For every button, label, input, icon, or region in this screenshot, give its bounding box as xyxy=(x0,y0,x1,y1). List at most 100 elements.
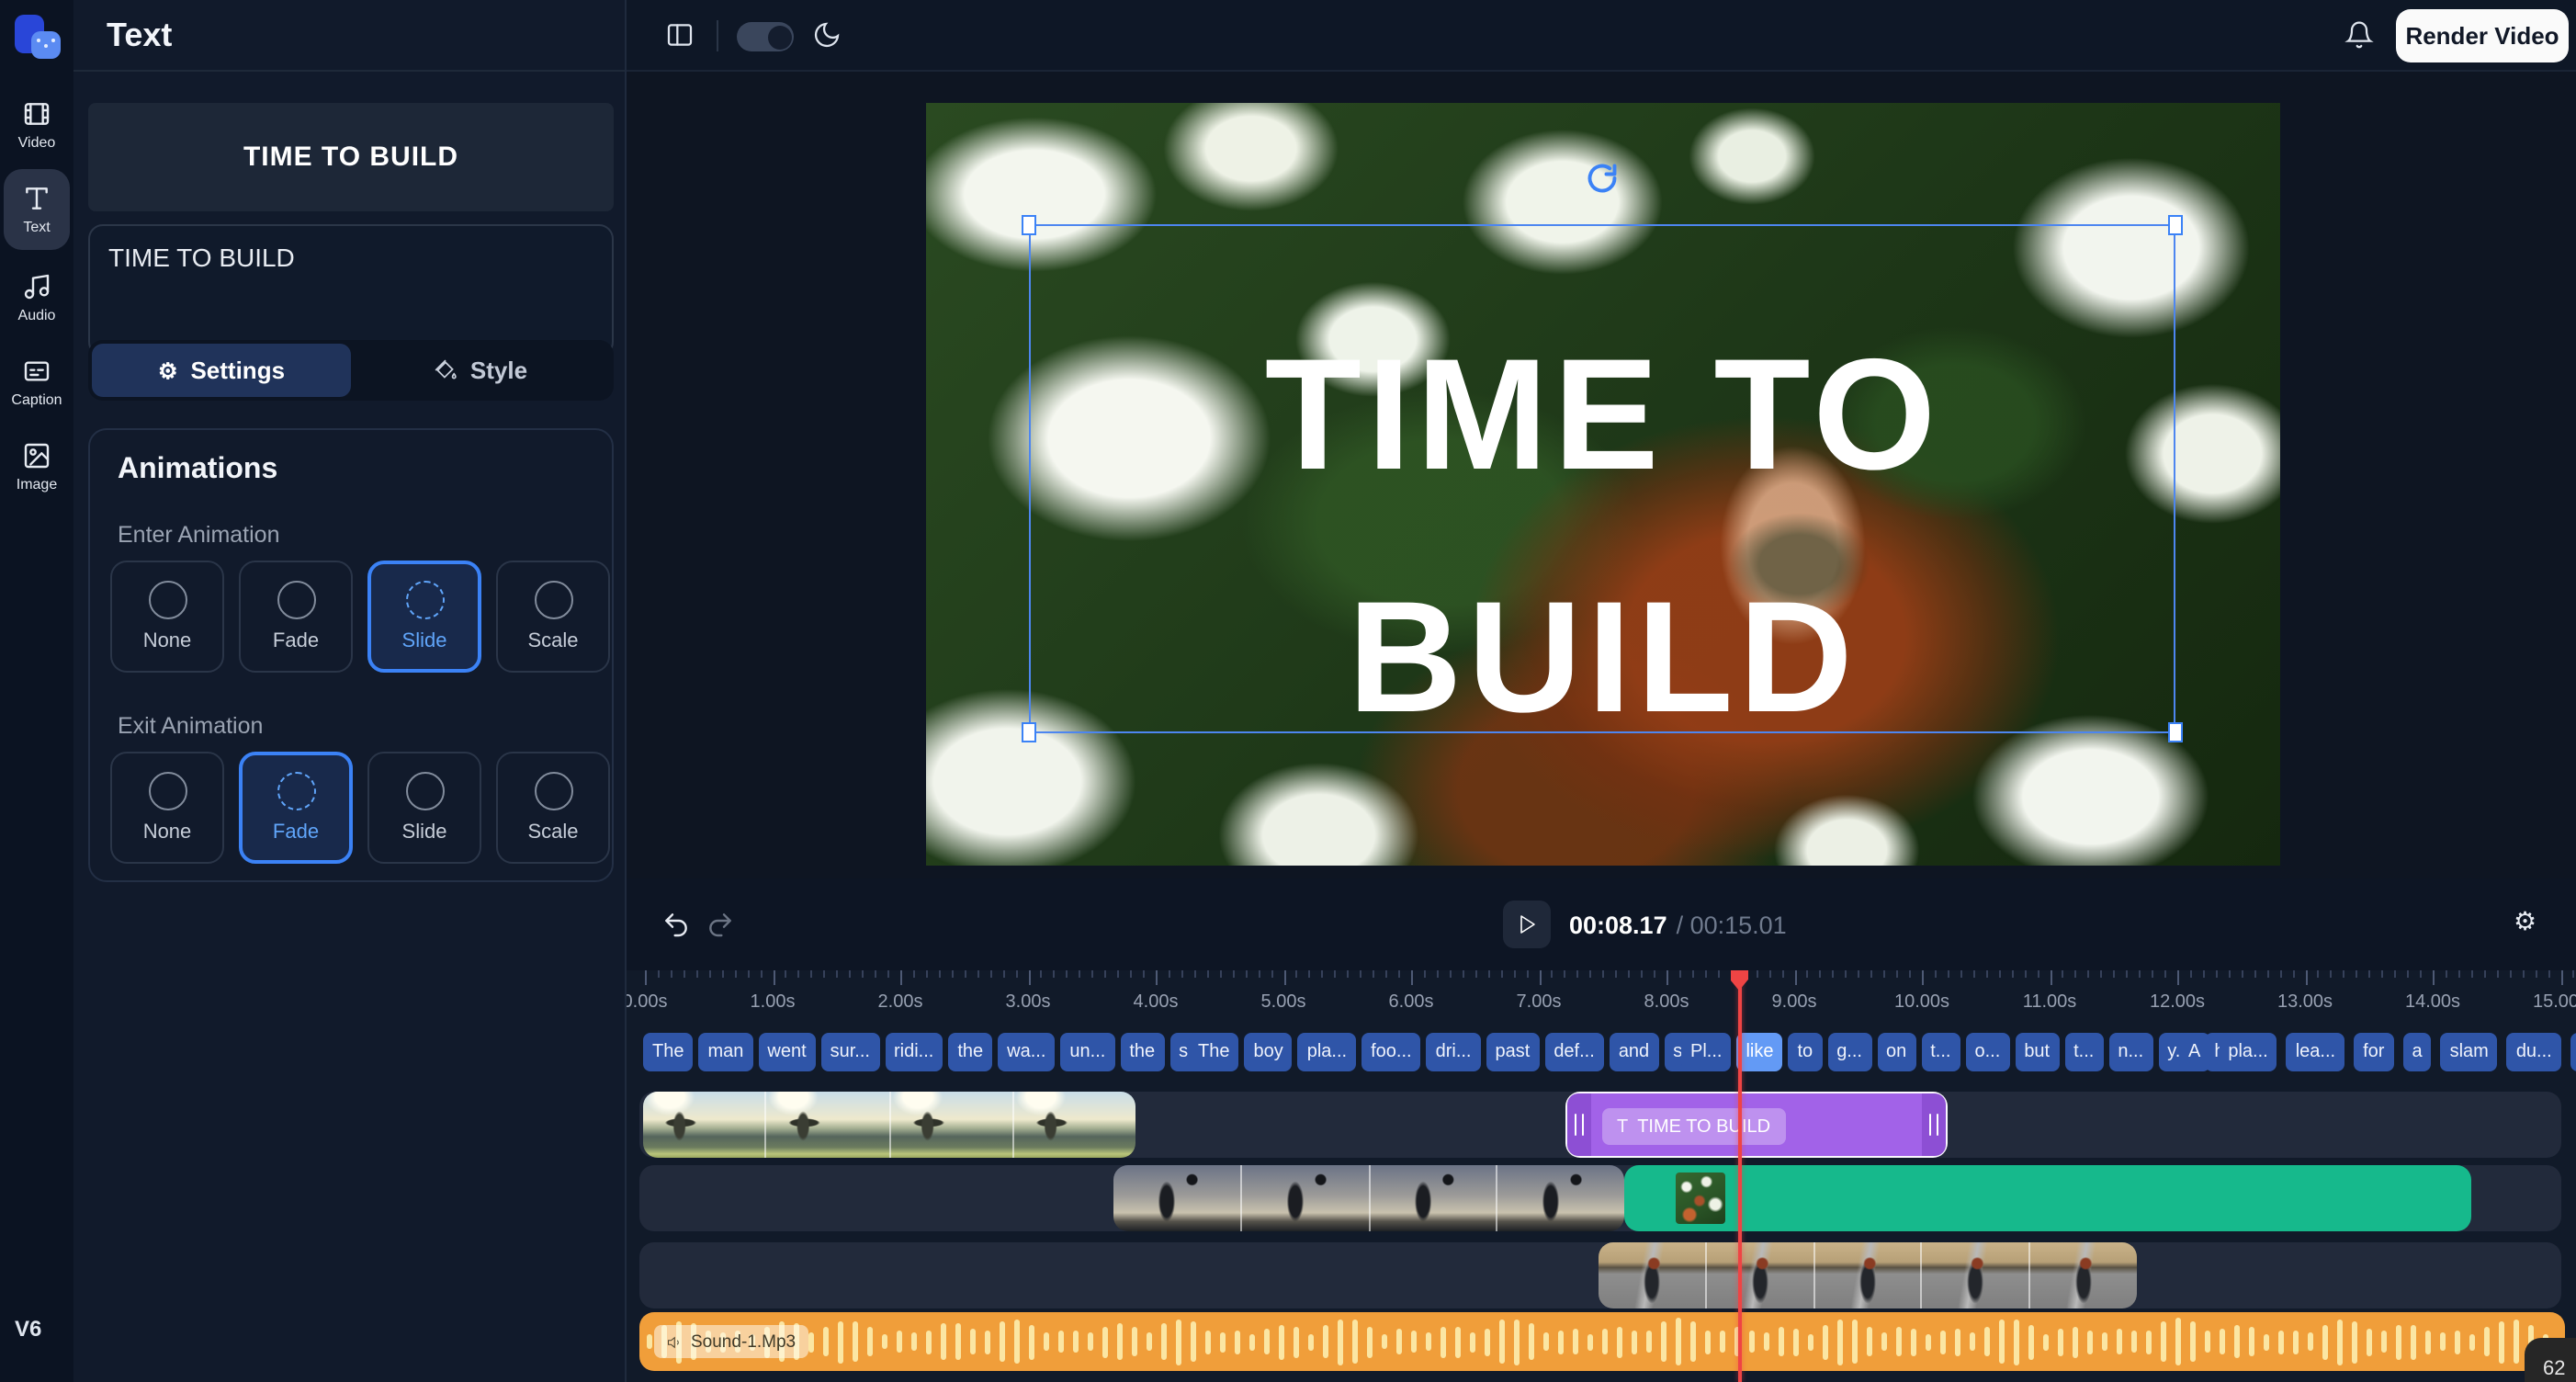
caption-word-chip[interactable]: pla... xyxy=(1298,1033,1356,1071)
caption-word-chip[interactable]: The xyxy=(1189,1033,1238,1071)
playhead[interactable] xyxy=(1737,970,1741,1382)
exit-anim-slide[interactable]: Slide xyxy=(367,752,481,864)
caption-word-chip[interactable]: def... xyxy=(1544,1033,1604,1071)
ruler-tick xyxy=(2548,970,2549,978)
waveform-bar xyxy=(838,1320,843,1363)
sidebar-item-audio[interactable]: Audio xyxy=(4,257,70,338)
text-preset-preview[interactable]: TIME TO BUILD xyxy=(88,103,614,211)
caption-word-chip[interactable]: for xyxy=(2354,1033,2393,1071)
caption-word-chip[interactable]: like xyxy=(1736,1033,1782,1071)
caption-word-chip[interactable]: dri... xyxy=(1427,1033,1481,1071)
ruler-tick xyxy=(1500,970,1502,978)
sidebar-item-video[interactable]: Video xyxy=(4,85,70,165)
option-label: None xyxy=(143,630,192,652)
text-clip[interactable]: T TIME TO BUILD xyxy=(1565,1092,1948,1158)
exit-anim-none[interactable]: None xyxy=(110,752,224,864)
exit-animation-options: None Fade Slide Scale xyxy=(110,752,610,864)
tab-settings[interactable]: ⚙ Settings xyxy=(92,344,351,397)
caption-word-chip[interactable]: pla... xyxy=(2219,1033,2277,1071)
audio-clip[interactable]: Sound-1.Mp3 xyxy=(639,1312,2565,1371)
resize-handle-top-right[interactable] xyxy=(2168,215,2183,235)
clip-thumbnail xyxy=(643,1092,765,1158)
resize-handle-bottom-right[interactable] xyxy=(2168,722,2183,742)
caption-word-chip[interactable]: Pl... xyxy=(1681,1033,1731,1071)
waveform-bar xyxy=(882,1334,887,1349)
sidebar-item-text[interactable]: Text xyxy=(4,169,70,250)
sidebar-item-image[interactable]: Image xyxy=(4,426,70,507)
caption-word-chip[interactable]: o... xyxy=(1966,1033,2010,1071)
ruler-tick xyxy=(887,970,889,978)
moon-icon[interactable] xyxy=(812,20,842,50)
trim-handle-right[interactable] xyxy=(1922,1093,1946,1156)
bell-icon[interactable] xyxy=(2344,20,2374,50)
enter-anim-fade[interactable]: Fade xyxy=(239,561,353,673)
caption-word-chip[interactable]: wa... xyxy=(998,1033,1055,1071)
enter-anim-scale[interactable]: Scale xyxy=(496,561,610,673)
caption-word-chip[interactable]: du... xyxy=(2507,1033,2561,1071)
caption-word-chip[interactable]: on xyxy=(1877,1033,1915,1071)
timeline-settings-gear-icon[interactable]: ⚙ xyxy=(2514,908,2536,934)
render-video-button[interactable]: Render Video xyxy=(2396,9,2569,62)
redo-icon[interactable] xyxy=(706,910,735,939)
ruler-tick xyxy=(645,970,647,985)
caption-word-chip[interactable]: man xyxy=(698,1033,752,1071)
caption-word-chip[interactable]: went xyxy=(758,1033,815,1071)
video-preview[interactable]: TIME TO BUILD xyxy=(926,103,2280,866)
ruler-tick xyxy=(849,970,851,978)
caption-word-chip[interactable]: ridi... xyxy=(885,1033,943,1071)
caption-word-chip[interactable]: The xyxy=(643,1033,693,1071)
caption-word-chip[interactable]: but xyxy=(2015,1033,2059,1071)
undo-icon[interactable] xyxy=(661,910,691,939)
animations-heading: Animations xyxy=(118,454,277,487)
surfer-video-clip[interactable] xyxy=(643,1092,1135,1158)
timeline-ruler[interactable]: 0.00s1.00s2.00s3.00s4.00s5.00s6.00s7.00s… xyxy=(627,970,2576,1029)
trim-handle-left[interactable] xyxy=(1567,1093,1591,1156)
ruler-tick xyxy=(1846,970,1847,978)
ruler-tick xyxy=(671,970,672,978)
caption-word-chip[interactable]: to xyxy=(1789,1033,1823,1071)
caption-word-chip[interactable]: a xyxy=(2402,1033,2431,1071)
text-content-input[interactable]: TIME TO BUILD xyxy=(88,224,614,357)
caption-word-chip[interactable]: and xyxy=(1610,1033,1658,1071)
sidebar-item-caption[interactable]: Caption xyxy=(4,342,70,423)
caption-word-chip[interactable]: past xyxy=(1486,1033,1540,1071)
enter-anim-none[interactable]: None xyxy=(110,561,224,673)
tab-style[interactable]: Style xyxy=(351,344,610,397)
enter-anim-slide[interactable]: Slide xyxy=(367,561,481,673)
caption-word-chip[interactable]: t... xyxy=(1921,1033,1960,1071)
caption-word-chip[interactable]: n... xyxy=(2108,1033,2152,1071)
waveform-bar xyxy=(1485,1328,1490,1355)
rotate-handle-icon[interactable] xyxy=(1586,162,1619,195)
soccer-video-clip[interactable] xyxy=(1113,1165,1624,1231)
cycling-video-clip[interactable] xyxy=(1599,1242,2137,1308)
caption-word-chip[interactable]: the xyxy=(948,1033,992,1071)
caption-word-chip[interactable]: A xyxy=(2179,1033,2209,1071)
resize-handle-top-left[interactable] xyxy=(1022,215,1036,235)
caption-word-chip[interactable]: slam xyxy=(2441,1033,2498,1071)
ruler-tick xyxy=(1935,970,1937,978)
canvas-text-overlay[interactable]: TIME TO BUILD xyxy=(926,294,2280,779)
play-button[interactable] xyxy=(1503,901,1551,948)
caption-word-chip[interactable]: foo... xyxy=(1361,1033,1421,1071)
flower-video-clip[interactable] xyxy=(1624,1165,2471,1231)
exit-anim-fade[interactable]: Fade xyxy=(239,752,353,864)
caption-word-chip[interactable]: the xyxy=(2570,1033,2576,1071)
caption-word-chip[interactable]: un... xyxy=(1060,1033,1114,1071)
clip-thumbnail xyxy=(1113,1165,1240,1231)
ruler-tick xyxy=(1756,970,1757,978)
theme-toggle[interactable] xyxy=(737,22,794,51)
caption-word-chip[interactable]: g... xyxy=(1827,1033,1871,1071)
caption-word-chip[interactable]: the xyxy=(1120,1033,1164,1071)
waveform-bar xyxy=(1367,1326,1373,1357)
panel-toggle-icon[interactable] xyxy=(665,20,695,50)
ruler-tick xyxy=(1883,970,1885,978)
caption-word-chip[interactable]: boy xyxy=(1244,1033,1292,1071)
resize-handle-bottom-left[interactable] xyxy=(1022,722,1036,742)
exit-anim-scale[interactable]: Scale xyxy=(496,752,610,864)
caption-word-chip[interactable]: sur... xyxy=(821,1033,879,1071)
caption-word-chip[interactable]: t... xyxy=(2064,1033,2103,1071)
version-label: V6 xyxy=(15,1316,41,1342)
ruler-tick xyxy=(1718,970,1720,978)
caption-word-chip[interactable]: lea... xyxy=(2287,1033,2344,1071)
anim-circle-icon xyxy=(405,581,444,619)
